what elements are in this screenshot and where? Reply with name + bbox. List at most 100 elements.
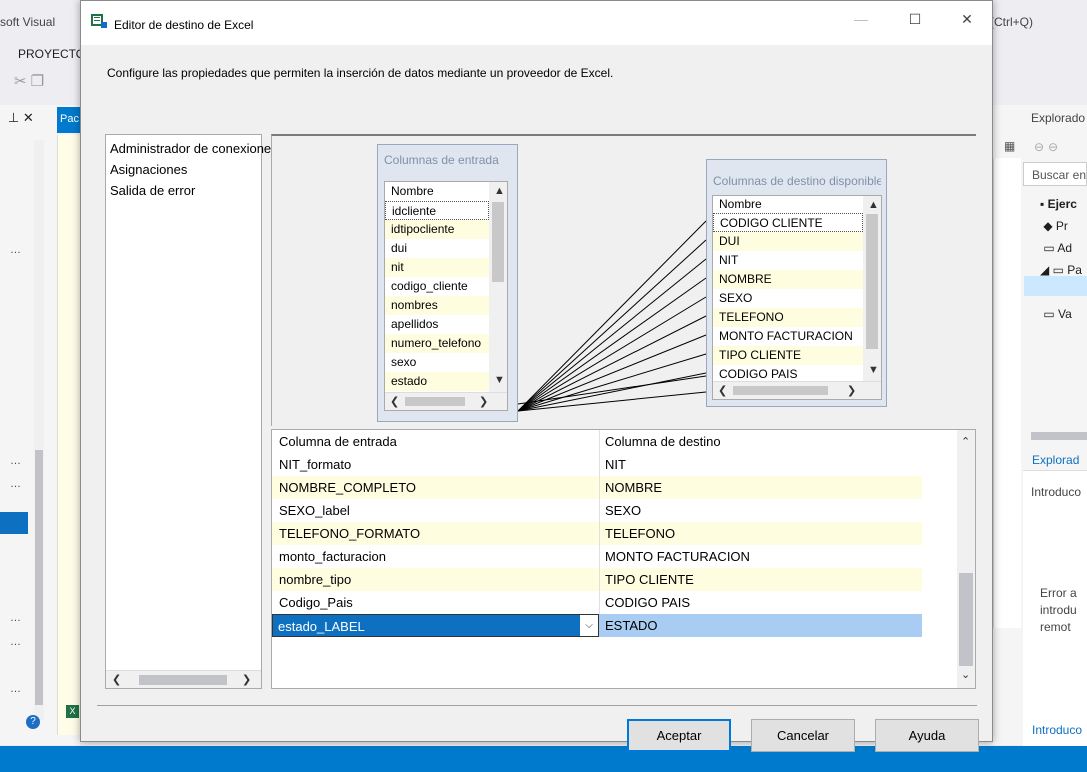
table-row[interactable]: TELEFONO_FORMATO TELEFONO <box>272 522 922 545</box>
props-link[interactable]: Introduco <box>1032 723 1082 737</box>
scroll-up-icon[interactable]: ▲ <box>868 199 879 211</box>
scroll-right-icon[interactable]: ❯ <box>479 395 488 408</box>
input-column-item[interactable]: nit <box>385 258 489 277</box>
grid-tool-icon[interactable]: ▦ <box>1004 139 1015 153</box>
help-icon[interactable]: ? <box>26 715 40 729</box>
maximize-button[interactable]: ☐ <box>897 11 933 28</box>
nav-hthumb[interactable] <box>139 675 227 685</box>
destination-columns-hscroll[interactable]: ❮ ❯ <box>713 381 881 399</box>
destination-columns-box[interactable]: Columnas de destino disponibles Nombre C… <box>706 159 887 407</box>
pin-close-icons[interactable]: ⊥ ✕ <box>8 110 34 126</box>
grid-dest-cell[interactable]: ESTADO <box>605 618 658 633</box>
destination-columns-vscroll[interactable]: ▲ ▼ <box>863 196 881 381</box>
explorer-search-input[interactable]: Buscar en <box>1023 162 1087 186</box>
scroll-left-icon[interactable]: ❮ <box>718 384 727 397</box>
grid-dest-cell[interactable]: SEXO <box>605 503 641 518</box>
input-column-item[interactable]: numero_telefono <box>385 334 489 353</box>
nav-item-mappings[interactable]: Asignaciones <box>110 162 187 177</box>
destination-column-item[interactable]: TIPO CLIENTE <box>713 346 863 365</box>
explorer-hscroll[interactable] <box>1031 432 1087 440</box>
tree-item[interactable] <box>1040 281 1087 303</box>
input-column-item[interactable]: sexo <box>385 353 489 372</box>
grid-dest-cell[interactable]: CODIGO PAIS <box>605 595 690 610</box>
quick-launch[interactable]: (Ctrl+Q) <box>990 15 1033 29</box>
copy-icon[interactable]: ❐ <box>31 73 48 90</box>
scroll-up-icon[interactable]: ▲ <box>494 185 505 197</box>
scroll-up-icon[interactable]: ⌃ <box>961 435 970 448</box>
left-selected-item[interactable] <box>0 512 28 534</box>
cancel-button[interactable]: Cancelar <box>751 719 855 752</box>
grid-input-cell[interactable]: SEXO_label <box>279 503 350 518</box>
close-button[interactable]: ✕ <box>949 11 985 28</box>
explorer-link[interactable]: Explorad <box>1032 453 1079 467</box>
table-row[interactable]: nombre_tipo TIPO CLIENTE <box>272 568 922 591</box>
scroll-left-icon[interactable]: ❮ <box>390 395 399 408</box>
scroll-down-icon[interactable]: ⌄ <box>961 668 970 681</box>
input-column-item[interactable]: apellidos <box>385 315 489 334</box>
table-row[interactable]: NOMBRE_COMPLETO NOMBRE <box>272 476 922 499</box>
scroll-left-icon[interactable]: ❮ <box>112 673 121 686</box>
tab-package[interactable]: Pac <box>57 107 80 133</box>
table-row[interactable]: monto_facturacion MONTO FACTURACION <box>272 545 922 568</box>
destination-column-item[interactable]: MONTO FACTURACION <box>713 327 863 346</box>
input-hthumb[interactable] <box>405 397 465 406</box>
destination-column-item[interactable]: CODIGO CLIENTE <box>713 213 863 232</box>
nav-item-error-output[interactable]: Salida de error <box>110 183 195 198</box>
table-row[interactable]: SEXO_label SEXO <box>272 499 922 522</box>
destination-column-item[interactable]: TELEFONO <box>713 308 863 327</box>
input-columns-hscroll[interactable]: ❮ ❯ <box>385 392 507 410</box>
accept-button[interactable]: Aceptar <box>627 719 731 752</box>
table-row[interactable]: Codigo_Pais CODIGO PAIS <box>272 591 922 614</box>
input-column-item[interactable]: idtipocliente <box>385 220 489 239</box>
scroll-right-icon[interactable]: ❯ <box>242 673 251 686</box>
input-column-item[interactable]: nombres <box>385 296 489 315</box>
scroll-down-icon[interactable]: ▼ <box>494 374 505 386</box>
destination-column-item[interactable]: DUI <box>713 232 863 251</box>
nav-hscroll[interactable]: ❮ ❯ <box>106 670 261 688</box>
grid-header-input[interactable]: Columna de entrada <box>279 434 397 449</box>
grid-dest-cell[interactable]: MONTO FACTURACION <box>605 549 750 564</box>
grid-input-cell[interactable]: estado_LABEL <box>278 619 365 634</box>
tree-item[interactable]: ◢ ▭ Pa <box>1040 259 1087 281</box>
explorer-nav-icons[interactable]: ⊖⊖ <box>1034 140 1062 154</box>
minimize-button[interactable]: — <box>843 11 879 27</box>
grid-dest-cell[interactable]: NOMBRE <box>605 480 662 495</box>
input-columns-box[interactable]: Columnas de entrada Nombre idcliente idt… <box>377 144 518 422</box>
dialog-title-bar[interactable]: Editor de destino de Excel — ☐ ✕ <box>81 1 992 45</box>
destination-column-item[interactable]: SEXO <box>713 289 863 308</box>
table-row-selected[interactable]: estado_LABEL ⌵ ESTADO <box>272 614 922 637</box>
destination-column-item[interactable]: NOMBRE <box>713 270 863 289</box>
tree-item[interactable]: ◆ Pr <box>1040 215 1087 237</box>
grid-dest-cell[interactable]: NIT <box>605 457 626 472</box>
grid-input-combobox[interactable]: estado_LABEL ⌵ <box>272 614 599 637</box>
chevron-down-icon[interactable]: ⌵ <box>580 615 598 636</box>
input-vthumb[interactable] <box>492 202 504 282</box>
scroll-right-icon[interactable]: ❯ <box>847 384 856 397</box>
left-scroll-thumb[interactable] <box>35 450 43 705</box>
grid-input-cell[interactable]: nombre_tipo <box>279 572 351 587</box>
input-column-item[interactable]: dui <box>385 239 489 258</box>
nav-item-connection-manager[interactable]: Administrador de conexiones <box>110 141 278 156</box>
tree-item[interactable]: ▪ Ejerc <box>1040 193 1087 215</box>
grid-input-cell[interactable]: NIT_formato <box>279 457 351 472</box>
grid-input-cell[interactable]: TELEFONO_FORMATO <box>279 526 420 541</box>
input-column-item[interactable]: codigo_cliente <box>385 277 489 296</box>
grid-dest-cell[interactable]: TELEFONO <box>605 526 675 541</box>
input-columns-vscroll[interactable]: ▲ ▼ <box>489 182 507 392</box>
tree-item[interactable]: ▭ Va <box>1040 303 1087 325</box>
destination-column-item[interactable]: NIT <box>713 251 863 270</box>
input-column-item[interactable]: idcliente <box>385 201 489 220</box>
grid-input-cell[interactable]: NOMBRE_COMPLETO <box>279 480 416 495</box>
menu-proyecto[interactable]: PROYECTO <box>18 47 85 61</box>
grid-vthumb[interactable] <box>959 573 973 666</box>
grid-input-cell[interactable]: Codigo_Pais <box>279 595 353 610</box>
help-button[interactable]: Ayuda <box>875 719 979 752</box>
table-row[interactable]: NIT_formato NIT <box>272 453 922 476</box>
tree-item[interactable]: ▭ Ad <box>1040 237 1087 259</box>
grid-dest-cell[interactable]: TIPO CLIENTE <box>605 572 694 587</box>
grid-header-dest[interactable]: Columna de destino <box>605 434 721 449</box>
destination-vthumb[interactable] <box>866 214 878 349</box>
destination-hthumb[interactable] <box>733 386 828 395</box>
scroll-down-icon[interactable]: ▼ <box>868 364 879 376</box>
cut-icon[interactable]: ✂ <box>14 73 31 90</box>
